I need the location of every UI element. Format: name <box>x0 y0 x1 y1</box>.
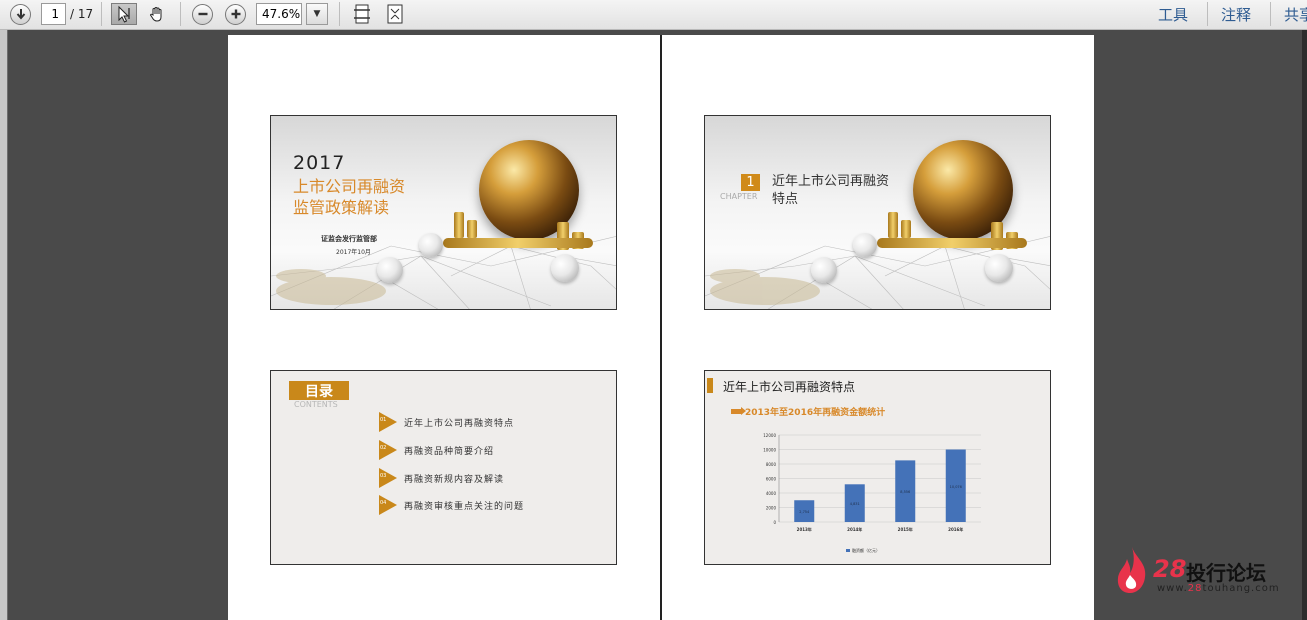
chapter-title: 近年上市公司再融资 特点 <box>772 174 890 207</box>
watermark-brand-number: 28 <box>1153 555 1187 583</box>
coin-stack-icon <box>454 212 464 238</box>
crystal-orb-icon <box>985 254 1013 282</box>
contents-item: 03 再融资新规内容及解读 <box>379 468 504 488</box>
menu-tools[interactable]: 工具 <box>1158 4 1188 25</box>
menu-share[interactable]: 共享 <box>1284 4 1307 25</box>
select-tool-button[interactable] <box>111 3 137 25</box>
coin-stack-icon <box>888 212 898 238</box>
chart-x-tick-label: 2015年 <box>898 526 913 532</box>
fit-width-icon <box>354 4 370 24</box>
coin-pile-icon <box>443 238 593 248</box>
chart-y-tick-label: 2000 <box>766 506 777 511</box>
hand-tool-button[interactable] <box>145 3 169 25</box>
watermark-brand-text: 投行论坛 <box>1186 561 1266 585</box>
coin-pile-icon <box>877 238 1027 248</box>
chart-data-label: 8,556 <box>900 490 910 494</box>
chart-data-label: 10,076 <box>950 485 962 489</box>
chapter-number: 1 <box>741 174 760 191</box>
crystal-orb-icon <box>551 254 579 282</box>
slide-title: 2017 上市公司再融资 监管政策解读 证监会发行监管部 2017年10月 <box>270 115 617 310</box>
watermark-url: www.28touhang.com <box>1157 583 1280 594</box>
slide-contents: 目录 CONTENTS 01 近年上市公司再融资特点 02 再融资品种简要介绍 … <box>270 370 617 565</box>
minus-circle-icon <box>192 3 213 25</box>
zoom-dropdown-button[interactable]: ▼ <box>306 3 328 25</box>
triangle-badge-icon: 04 <box>379 495 397 515</box>
fit-width-button[interactable] <box>351 3 373 25</box>
page-total-label: / 17 <box>70 7 94 21</box>
toolbar-divider <box>101 2 102 26</box>
contents-item: 04 再融资审核重点关注的问题 <box>379 495 524 515</box>
chart-y-tick-label: 8000 <box>766 462 777 467</box>
chart-x-tick-label: 2014年 <box>847 526 862 532</box>
fit-page-button[interactable] <box>384 3 406 25</box>
chart-y-tick-label: 0 <box>773 520 776 525</box>
page-number-input[interactable]: 1 <box>41 3 66 25</box>
coin-stack-icon <box>467 220 477 238</box>
crystal-orb-icon <box>811 257 837 283</box>
triangle-badge-icon: 01 <box>379 412 397 432</box>
coin-stack-icon <box>901 220 911 238</box>
right-panel-edge <box>1302 30 1307 620</box>
slide-date: 2017年10月 <box>336 249 371 256</box>
slide-main-title: 上市公司再融资 监管政策解读 <box>293 177 406 217</box>
toolbar-divider <box>1270 2 1271 26</box>
chart-legend-swatch <box>846 549 850 552</box>
crystal-orb-icon <box>853 233 877 257</box>
menu-comment[interactable]: 注释 <box>1221 4 1251 25</box>
fit-page-icon <box>387 4 403 24</box>
slide-subtitle: 证监会发行监管部 <box>321 235 377 243</box>
slide-chart: 近年上市公司再融资特点 2013年至2016年再融资金额统计 0 2000 4000… <box>704 370 1051 565</box>
crystal-orb-icon <box>377 257 403 283</box>
slide-year: 2017 <box>293 152 346 174</box>
toolbar-divider <box>180 2 181 26</box>
chart-y-tick-label: 6000 <box>766 477 777 482</box>
zoom-level-input[interactable]: 47.6% <box>256 3 302 25</box>
contents-item: 01 近年上市公司再融资特点 <box>379 412 514 432</box>
toolbar-divider <box>1207 2 1208 26</box>
contents-title: 目录 <box>289 381 349 400</box>
select-cursor-icon <box>118 5 130 23</box>
triangle-badge-icon: 02 <box>379 440 397 460</box>
chart-legend-label: 融资额（亿元） <box>852 547 880 553</box>
toolbar: 1 / 17 47.6% ▼ 工具 注释 共享 <box>0 0 1307 30</box>
chart-data-label: 4,831 <box>850 502 860 506</box>
contents-item: 02 再融资品种简要介绍 <box>379 440 494 460</box>
chart-x-tick-label: 2016年 <box>948 526 963 532</box>
slide-chapter: 1 CHAPTER 近年上市公司再融资 特点 <box>704 115 1051 310</box>
triangle-badge-icon: 03 <box>379 468 397 488</box>
crystal-orb-icon <box>419 233 443 257</box>
toolbar-divider <box>339 2 340 26</box>
chart-y-tick-label: 12000 <box>763 433 776 438</box>
chart-x-tick-label: 2013年 <box>797 526 812 532</box>
arrow-down-circle-icon <box>10 3 31 25</box>
zoom-in-button[interactable] <box>225 3 246 25</box>
hand-icon <box>149 7 162 22</box>
contents-title-en: CONTENTS <box>294 400 338 409</box>
flame-logo-icon <box>1117 547 1146 593</box>
chart-y-tick-label: 4000 <box>766 491 777 496</box>
left-panel-handle[interactable] <box>0 30 8 620</box>
plus-circle-icon <box>225 3 246 25</box>
bar-chart: 0 2000 4000 6000 8000 10000 12000 2,754 2013年 4,8… <box>763 433 981 553</box>
chart-data-label: 2,754 <box>799 510 810 514</box>
chevron-down-icon: ▼ <box>313 9 321 19</box>
next-page-button[interactable] <box>10 3 31 25</box>
chart-y-tick-label: 10000 <box>763 448 776 453</box>
zoom-out-button[interactable] <box>192 3 213 25</box>
chapter-label: CHAPTER <box>720 192 758 201</box>
